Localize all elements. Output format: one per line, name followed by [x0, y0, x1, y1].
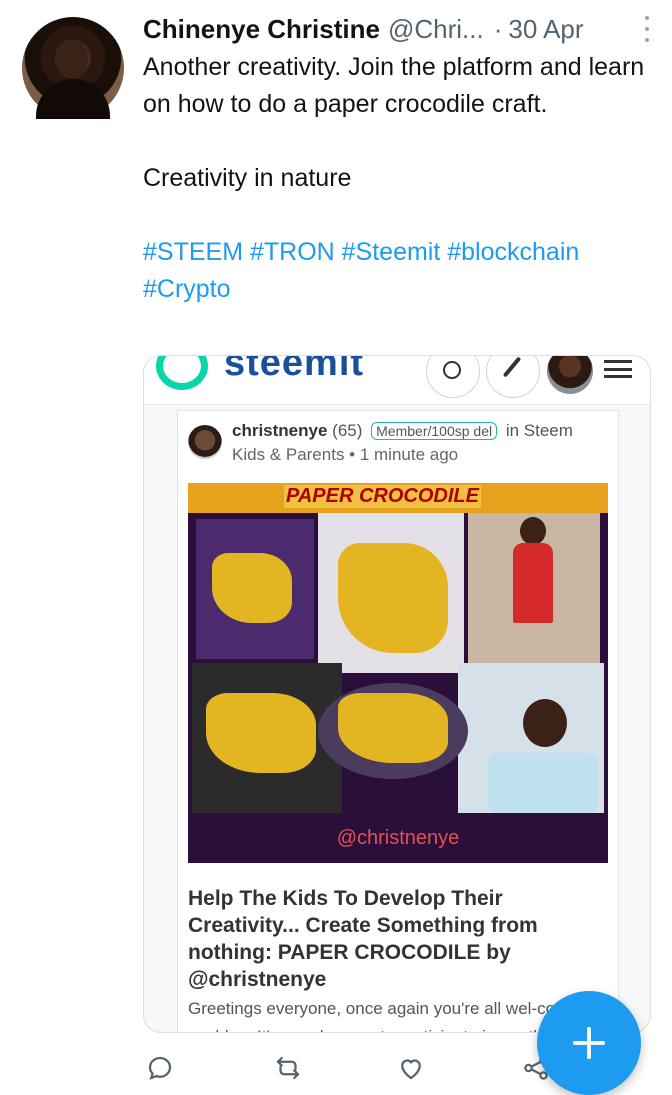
- menu-icon: [604, 360, 632, 378]
- post-author: christnenye: [232, 421, 328, 440]
- user-avatar: [547, 356, 593, 394]
- author-avatar[interactable]: [22, 17, 124, 119]
- avatar-shoulders: [36, 79, 110, 119]
- header-separator: ·: [493, 13, 503, 44]
- post-community-time: Kids & Parents • 1 minute ago: [232, 445, 459, 464]
- tweet-hashtags[interactable]: #STEEM #TRON #Steemit #blockchain #Crypt…: [143, 234, 658, 308]
- heart-icon[interactable]: [393, 1050, 429, 1086]
- avatar-face: [56, 39, 88, 79]
- image-banner-text: PAPER CROCODILE: [284, 485, 481, 508]
- post-author-avatar: [188, 425, 222, 459]
- search-icon: [426, 356, 480, 398]
- post-reputation: (65): [332, 421, 363, 440]
- tweet-text-line: Creativity in nature: [143, 164, 352, 192]
- member-badge: Member/100sp del: [371, 422, 498, 440]
- tweet-text: Another creativity. Join the platform an…: [143, 49, 658, 308]
- image-watermark: @christnenye: [336, 827, 460, 849]
- media-card[interactable]: steemit christnenye (65) Member/100sp de…: [143, 355, 651, 1033]
- post-author-line: christnenye (65) Member/100sp del in Ste…: [232, 421, 573, 441]
- steemit-wordmark: steemit: [224, 355, 365, 384]
- image-banner: PAPER CROCODILE: [188, 483, 608, 513]
- post-in-label: in Steem: [505, 421, 573, 440]
- compose-button[interactable]: [537, 991, 641, 1095]
- reply-icon[interactable]: [142, 1050, 178, 1086]
- post-image: PAPER CROCODILE @christnenye: [188, 483, 608, 863]
- steemit-header: steemit: [144, 356, 650, 405]
- tweet-text-line: Another creativity. Join the platform an…: [143, 53, 645, 118]
- author-handle[interactable]: @Chri...: [388, 14, 484, 45]
- more-vertical-icon[interactable]: [639, 16, 655, 42]
- pencil-icon: [486, 356, 540, 398]
- steemit-logo-icon: [156, 356, 208, 390]
- post-preview: christnenye (65) Member/100sp del in Ste…: [177, 410, 619, 1032]
- tweet-date[interactable]: 30 Apr: [508, 14, 583, 45]
- post-title: Help The Kids To Develop Their Creativit…: [188, 887, 538, 991]
- retweet-icon[interactable]: [270, 1050, 306, 1086]
- author-name[interactable]: Chinenye Christine: [143, 14, 380, 45]
- tweet-header: Chinenye Christine @Chri... · 30 Apr: [143, 12, 653, 46]
- plus-icon: [572, 1026, 606, 1060]
